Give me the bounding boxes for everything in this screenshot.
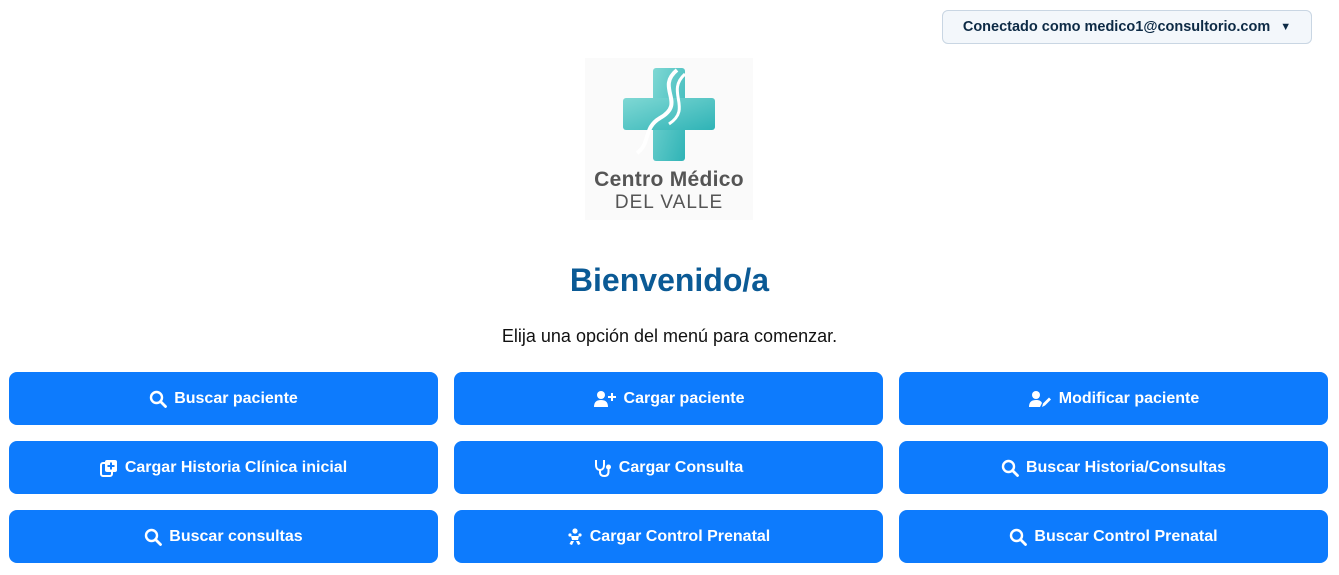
notes-medical-icon	[99, 459, 118, 477]
cargar-historia-label: Cargar Historia Clínica inicial	[124, 458, 348, 476]
buscar-historia-consultas-button[interactable]: Buscar Historia/Consultas	[899, 441, 1328, 494]
search-icon	[144, 528, 163, 546]
user-menu-dropdown[interactable]: Conectado como medico1@consultorio.com ▼	[942, 10, 1312, 44]
user-menu-label: Conectado como medico1@consultorio.com	[962, 19, 1271, 35]
cargar-prenatal-label: Cargar Control Prenatal	[589, 527, 771, 545]
search-icon	[149, 390, 168, 408]
search-icon	[1009, 528, 1028, 546]
modificar-paciente-label: Modificar paciente	[1058, 389, 1200, 407]
buscar-paciente-label: Buscar paciente	[174, 389, 298, 407]
stethoscope-icon	[594, 459, 612, 477]
user-edit-icon	[1028, 390, 1052, 408]
modificar-paciente-button[interactable]: Modificar paciente	[899, 372, 1328, 425]
buscar-consultas-label: Buscar consultas	[169, 527, 303, 545]
cargar-consulta-label: Cargar Consulta	[618, 458, 744, 476]
logo-text-line2: DEL VALLE	[614, 192, 724, 213]
buscar-control-prenatal-button[interactable]: Buscar Control Prenatal	[899, 510, 1328, 563]
buscar-consultas-button[interactable]: Buscar consultas	[9, 510, 438, 563]
buscar-prenatal-label: Buscar Control Prenatal	[1034, 527, 1218, 545]
medical-cross-icon	[623, 68, 715, 161]
user-plus-icon	[593, 390, 617, 408]
baby-icon	[567, 527, 583, 546]
cargar-control-prenatal-button[interactable]: Cargar Control Prenatal	[454, 510, 883, 563]
page-subtitle: Elija una opción del menú para comenzar.	[501, 326, 838, 346]
cargar-paciente-button[interactable]: Cargar paciente	[454, 372, 883, 425]
logo-text-line1: Centro Médico	[594, 168, 744, 191]
cargar-historia-clinica-button[interactable]: Cargar Historia Clínica inicial	[9, 441, 438, 494]
page-title: Bienvenido/a	[569, 262, 770, 298]
clinic-logo: Centro Médico DEL VALLE	[585, 58, 753, 220]
cargar-paciente-label: Cargar paciente	[623, 389, 745, 407]
caret-down-icon: ▼	[1280, 21, 1292, 33]
cargar-consulta-button[interactable]: Cargar Consulta	[454, 441, 883, 494]
buscar-historia-label: Buscar Historia/Consultas	[1025, 458, 1227, 476]
buscar-paciente-button[interactable]: Buscar paciente	[9, 372, 438, 425]
search-icon	[1001, 459, 1019, 477]
